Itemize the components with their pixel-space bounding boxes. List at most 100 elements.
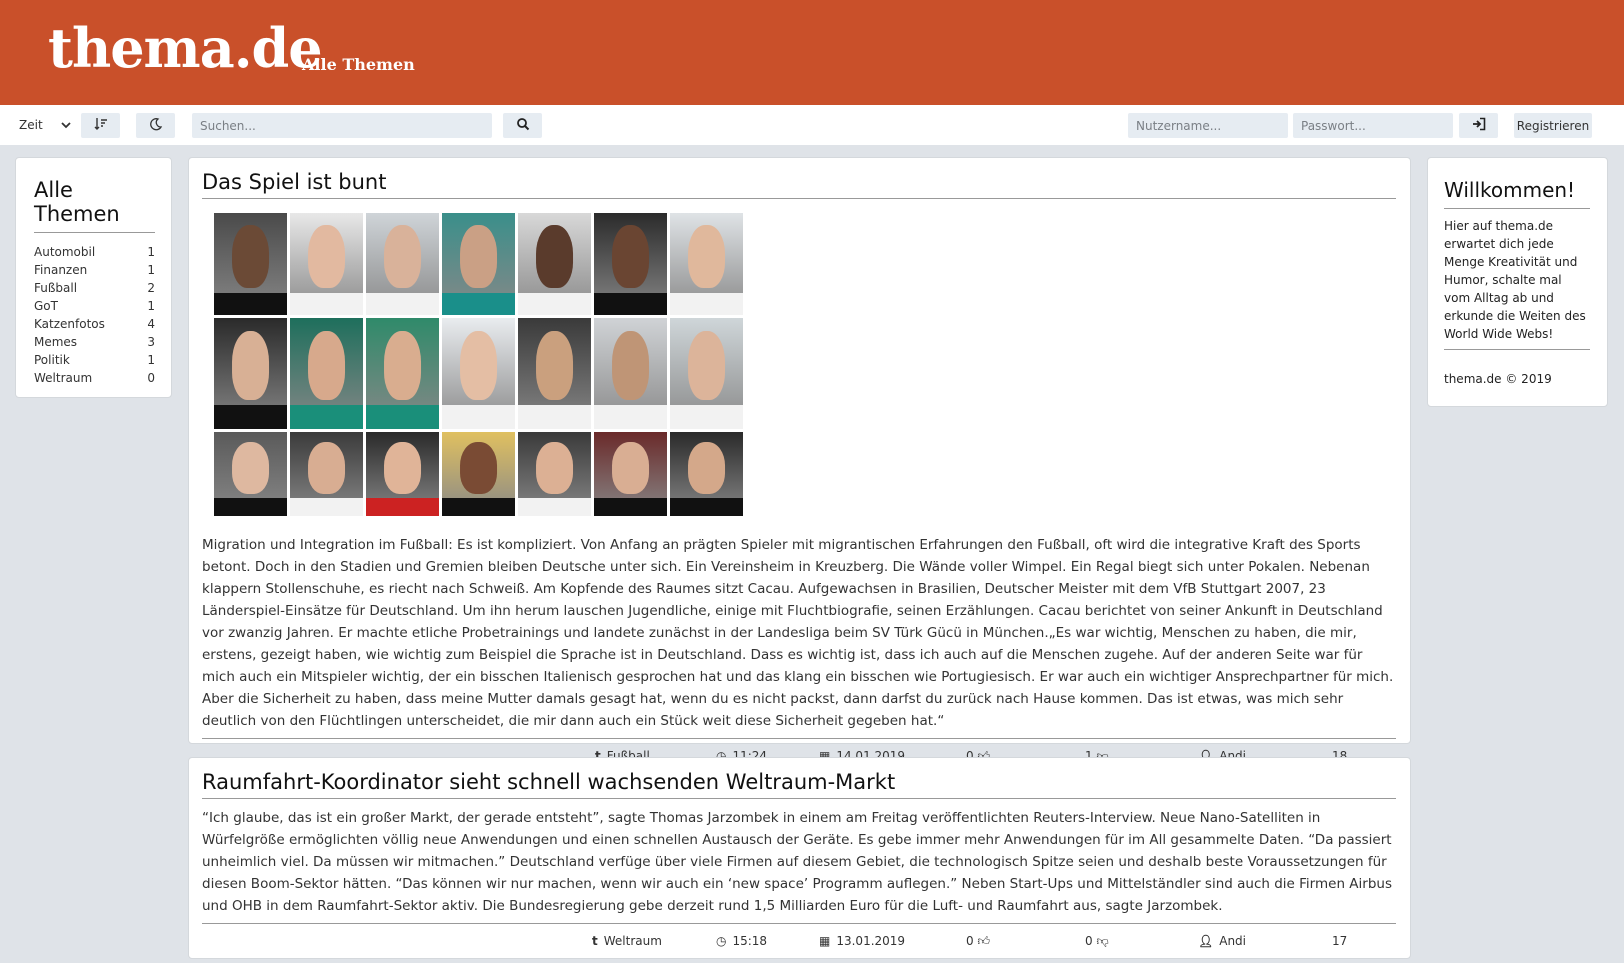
player-portrait — [366, 318, 439, 429]
header-subtitle[interactable]: Alle Themen — [302, 55, 415, 74]
portrait-head — [383, 225, 422, 289]
player-portrait — [442, 432, 515, 516]
portrait-head — [611, 442, 650, 495]
portrait-head — [611, 225, 650, 289]
portrait-head — [459, 225, 498, 289]
post-time: ◷ 15:18 — [716, 934, 767, 948]
portrait-head — [307, 331, 346, 401]
post-id: 17 — [1332, 934, 1348, 948]
user-icon: 👤︎ — [1198, 934, 1214, 948]
portrait-shirt — [670, 497, 743, 516]
dislike-button[interactable]: 0 👎︎ — [1085, 934, 1109, 949]
player-portrait — [518, 213, 591, 315]
topic-count: 1 — [147, 299, 155, 313]
post-meta: t Weltraum ◷ 15:18 ▦ 13.01.2019 0 👍︎ 0 👎︎ 👤… — [202, 924, 1396, 958]
portrait-head — [535, 442, 574, 495]
portrait-shirt — [594, 404, 667, 429]
topic-item-weltraum[interactable]: Weltraum 0 — [34, 369, 155, 387]
site-logo[interactable]: thema.de — [48, 16, 323, 80]
topic-item-finanzen[interactable]: Finanzen 1 — [34, 261, 155, 279]
topic-item-fussball[interactable]: Fußball 2 — [34, 279, 155, 297]
player-portrait — [290, 318, 363, 429]
sort-order-button[interactable] — [81, 113, 120, 138]
portrait-shirt — [366, 292, 439, 315]
username-input[interactable] — [1128, 113, 1288, 138]
topic-count: 1 — [147, 263, 155, 277]
password-input[interactable] — [1293, 113, 1453, 138]
calendar-icon: ▦ — [819, 934, 831, 948]
post-image — [214, 213, 746, 516]
like-button[interactable]: 0 👍︎ — [966, 934, 990, 949]
player-portrait — [442, 318, 515, 429]
like-count: 0 — [966, 934, 974, 948]
portrait-head — [459, 331, 498, 401]
topic-count: 3 — [147, 335, 155, 349]
portrait-shirt — [366, 497, 439, 516]
topic-name: Weltraum — [34, 371, 93, 385]
post-author-label: Andi — [1219, 934, 1246, 948]
player-portrait — [670, 318, 743, 429]
sort-icon — [94, 117, 108, 133]
post-title[interactable]: Raumfahrt-Koordinator sieht schnell wach… — [202, 770, 1396, 799]
portrait-shirt — [290, 497, 363, 516]
portrait-head — [687, 331, 726, 401]
portrait-shirt — [442, 404, 515, 429]
topic-item-automobil[interactable]: Automobil 1 — [34, 243, 155, 261]
portrait-shirt — [366, 404, 439, 429]
welcome-title: Willkommen! — [1444, 178, 1590, 209]
portrait-shirt — [442, 497, 515, 516]
portrait-shirt — [214, 404, 287, 429]
portrait-shirt — [290, 292, 363, 315]
login-button[interactable] — [1459, 113, 1498, 138]
topic-item-got[interactable]: GoT 1 — [34, 297, 155, 315]
player-portrait — [670, 213, 743, 315]
welcome-sidebar: Willkommen! Hier auf thema.de erwartet d… — [1427, 157, 1608, 407]
player-portrait — [594, 213, 667, 315]
topic-item-memes[interactable]: Memes 3 — [34, 333, 155, 351]
topic-count: 4 — [147, 317, 155, 331]
player-portrait — [214, 318, 287, 429]
post-title[interactable]: Das Spiel ist bunt — [202, 170, 1396, 199]
topic-name: Katzenfotos — [34, 317, 105, 331]
player-portrait — [442, 213, 515, 315]
search-input[interactable] — [192, 113, 492, 138]
topic-count: 2 — [147, 281, 155, 295]
topic-name: Automobil — [34, 245, 96, 259]
portrait-head — [459, 442, 498, 495]
player-portrait — [518, 432, 591, 516]
topic-list: Automobil 1 Finanzen 1 Fußball 2 GoT 1 Katze… — [34, 243, 155, 387]
portrait-head — [231, 442, 270, 495]
post-body: “Ich glaube, das ist ein großer Markt, d… — [202, 799, 1396, 924]
portrait-head — [535, 225, 574, 289]
portrait-head — [307, 442, 346, 495]
post-card: Raumfahrt-Koordinator sieht schnell wach… — [188, 757, 1411, 959]
topic-name: Politik — [34, 353, 70, 367]
portrait-head — [383, 331, 422, 401]
portrait-head — [687, 442, 726, 495]
register-button[interactable]: Registrieren — [1514, 113, 1592, 138]
portrait-shirt — [594, 292, 667, 315]
portrait-head — [611, 331, 650, 401]
topic-item-katzenfotos[interactable]: Katzenfotos 4 — [34, 315, 155, 333]
portrait-shirt — [214, 497, 287, 516]
dark-mode-toggle[interactable] — [136, 113, 175, 138]
topics-sidebar: Alle Themen Automobil 1 Finanzen 1 Fußball… — [15, 157, 172, 398]
topic-count: 1 — [147, 245, 155, 259]
player-portrait — [366, 432, 439, 516]
sort-select[interactable]: Zeit — [10, 113, 76, 138]
topic-name: Memes — [34, 335, 78, 349]
portrait-head — [231, 225, 270, 289]
post-author[interactable]: 👤︎ Andi — [1198, 934, 1246, 948]
post-topic[interactable]: t Weltraum — [592, 934, 662, 948]
sort-select-label: Zeit — [19, 118, 43, 132]
clock-icon: ◷ — [716, 934, 727, 948]
topic-name: GoT — [34, 299, 58, 313]
portrait-shirt — [518, 404, 591, 429]
portrait-head — [231, 331, 270, 401]
search-button[interactable] — [503, 113, 542, 138]
thumbs-up-icon: 👍︎ — [977, 934, 991, 948]
topic-item-politik[interactable]: Politik 1 — [34, 351, 155, 369]
thumbs-down-icon: 👎︎ — [1096, 934, 1109, 948]
player-portrait — [670, 432, 743, 516]
player-portrait — [290, 432, 363, 516]
